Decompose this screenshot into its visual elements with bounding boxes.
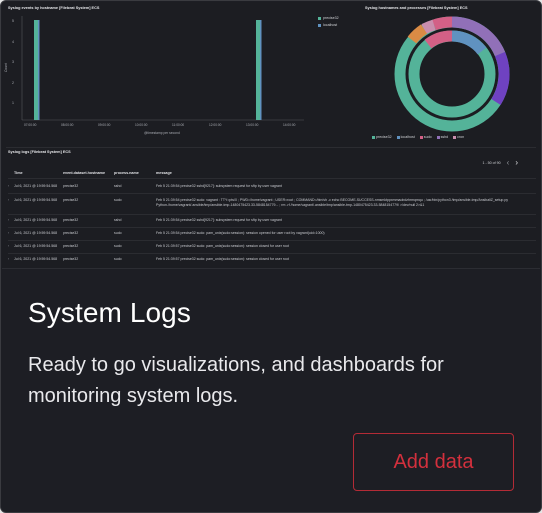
expand-row-icon[interactable]: › [8,257,9,261]
card-description: Ready to go visualizations, and dashboar… [28,354,444,407]
svg-text:08:00:00: 08:00:00 [61,123,74,127]
svg-text:4: 4 [12,40,14,44]
table-row[interactable]: › Jul 6, 2021 @ 19:59:54.568 precise32 s… [8,215,536,226]
svg-text:5: 5 [12,19,14,23]
bar-chart: 5 4 3 2 1 Count 07:00:00 08:00:00 09:00:… [4,16,304,135]
svg-text:2: 2 [12,81,14,85]
expand-row-icon[interactable]: › [8,244,9,248]
logs-pagination: 1 - 50 of 90 ‹ › [482,158,518,167]
table-row[interactable]: › Jul 6, 2021 @ 19:59:54.568 precise32 s… [8,195,536,213]
expand-row-icon[interactable]: › [8,231,9,235]
svg-text:@timestamp per second: @timestamp per second [144,131,180,135]
svg-text:11:00:00: 11:00:00 [172,123,184,127]
svg-text:09:00:00: 09:00:00 [98,123,111,127]
legend-item-cron[interactable]: cron [453,135,464,139]
expand-row-icon[interactable]: › [8,218,9,222]
table-row[interactable]: › Jul 6, 2021 @ 19:59:54.568 precise32 s… [8,241,536,252]
column-header-message[interactable]: message [156,171,172,175]
legend-swatch-icon [318,16,321,20]
pagination-label: 1 - 50 of 90 [482,160,501,165]
bar-precise32-late [256,20,260,120]
legend-item-sudo[interactable]: sudo [419,135,432,139]
chevron-right-icon[interactable]: › [515,158,518,167]
column-header-time[interactable]: Time [14,171,23,175]
svg-text:07:00:00: 07:00:00 [24,123,37,127]
column-header-hostname[interactable]: event.dataset.hostname [63,171,105,175]
column-header-process[interactable]: process.name [114,171,139,175]
svg-text:1: 1 [12,101,14,105]
bar-legend: precise32 localhost [318,16,339,27]
dashboard-preview: Syslog events by hostname [Filebeat Syst… [2,2,540,269]
legend-item-localhost[interactable]: localhost [396,135,415,139]
svg-text:Count: Count [4,63,8,72]
table-row[interactable]: › Jul 6, 2021 @ 19:59:54.568 precise32 s… [8,181,536,192]
table-row[interactable]: › Jul 6, 2021 @ 19:59:54.568 precise32 s… [8,254,536,265]
svg-text:12:00:00: 12:00:00 [209,123,222,127]
expand-row-icon[interactable]: › [8,184,9,188]
svg-text:3: 3 [12,60,14,64]
legend-swatch-icon [436,135,440,139]
bar-precise32-early [34,20,38,120]
svg-text:14:00:00: 14:00:00 [283,123,296,127]
legend-swatch-icon [396,135,400,139]
legend-swatch-icon [419,135,423,139]
legend-item-precise32[interactable]: precise32 [318,16,339,20]
add-data-button[interactable]: Add data [353,433,514,491]
svg-text:13:00:00: 13:00:00 [246,123,259,127]
donut-legend: precise32 localhost sudo sshd cron [372,135,464,139]
bar-localhost-early [38,20,40,120]
table-row[interactable]: › Jul 6, 2021 @ 19:59:54.568 precise32 s… [8,228,536,239]
legend-item-sshd[interactable]: sshd [436,135,448,139]
panel-divider [6,147,536,148]
svg-text:10:00:00: 10:00:00 [135,123,148,127]
bar-localhost-late [260,20,262,120]
row-divider [8,178,536,179]
legend-swatch-icon [372,135,375,139]
row-divider [8,193,536,194]
legend-swatch-icon [453,135,457,139]
legend-item-localhost[interactable]: localhost [318,23,339,27]
expand-row-icon[interactable]: › [8,198,9,202]
chevron-left-icon[interactable]: ‹ [507,158,510,167]
donut-chart [394,16,510,132]
legend-swatch-icon [318,23,321,27]
card-title: System Logs [28,297,191,328]
legend-item-precise32[interactable]: precise32 [372,135,392,139]
logs-panel-title: Syslog logs [Filebeat System] ECS [8,150,71,154]
system-logs-card[interactable]: Syslog events by hostname [Filebeat Syst… [0,0,542,513]
